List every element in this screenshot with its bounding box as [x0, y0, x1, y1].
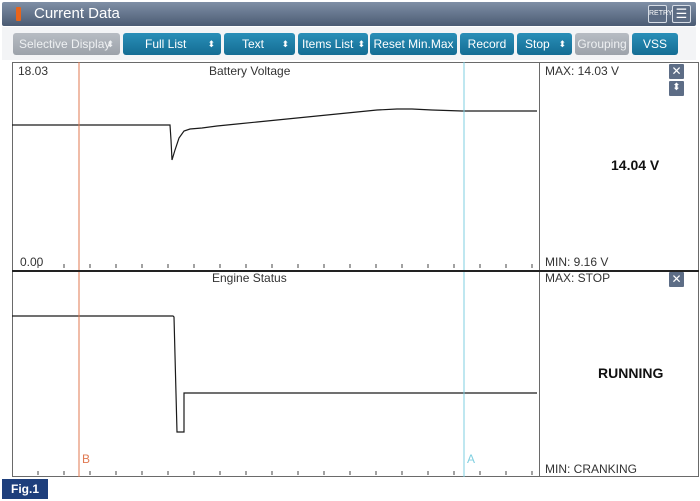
- record-button[interactable]: Record: [460, 33, 514, 55]
- panel2-current-value: RUNNING: [598, 365, 664, 381]
- retry-icon[interactable]: RETRY: [648, 5, 673, 23]
- panel2-close-icon[interactable]: ✕: [669, 272, 684, 287]
- full-list-dropdown[interactable]: Full List ⬍: [123, 33, 221, 55]
- engine-status-trace: [12, 315, 537, 433]
- battery-voltage-trace: [12, 108, 537, 161]
- panel1-current-value: 14.04 V: [611, 157, 660, 173]
- updown-icon: ⬍: [558, 39, 566, 49]
- toolbar: Selective Display ⬍ Full List ⬍ Text ⬍ Item…: [2, 27, 696, 60]
- panel1-max: MAX: 14.03 V: [545, 64, 620, 78]
- panel2-min: MIN: CRANKING: [545, 462, 638, 476]
- panel1-close-icon[interactable]: ✕: [669, 64, 684, 79]
- app-icon: [16, 7, 21, 21]
- menu-icon[interactable]: ☰: [672, 5, 691, 23]
- panel1-ymin-label: 0.00: [20, 255, 44, 269]
- panel2-max: MAX: STOP: [545, 271, 611, 285]
- text-dropdown[interactable]: Text ⬍: [224, 33, 295, 55]
- selective-display-dropdown[interactable]: Selective Display ⬍: [13, 33, 120, 55]
- panel1-ticks: [37, 264, 533, 268]
- reset-minmax-button[interactable]: Reset Min.Max: [370, 33, 457, 55]
- window-title: Current Data: [34, 5, 120, 22]
- updown-icon: ⬍: [207, 39, 215, 49]
- figure-label: Fig.1: [2, 479, 48, 499]
- grouping-button[interactable]: Grouping: [575, 33, 629, 55]
- updown-icon: ⬍: [357, 39, 365, 49]
- cursor-b-label[interactable]: B: [82, 452, 90, 466]
- updown-icon: ⬍: [281, 39, 289, 49]
- stop-dropdown[interactable]: Stop ⬍: [517, 33, 572, 55]
- panel2-title: Engine Status: [212, 271, 287, 285]
- cursor-a-label[interactable]: A: [467, 452, 475, 466]
- window-titlebar: Current Data RETRY ☰: [2, 2, 696, 26]
- updown-icon: ⬍: [106, 39, 114, 49]
- panel1-ymax-label: 18.03: [18, 64, 49, 78]
- panel1-min: MIN: 9.16 V: [545, 255, 609, 269]
- vss-button[interactable]: VSS: [632, 33, 678, 55]
- panel2-ticks: [37, 471, 533, 475]
- panel1-title: Battery Voltage: [209, 64, 291, 78]
- panel1-move-icon[interactable]: ⬍: [669, 81, 684, 96]
- items-list-dropdown[interactable]: Items List ⬍: [298, 33, 368, 55]
